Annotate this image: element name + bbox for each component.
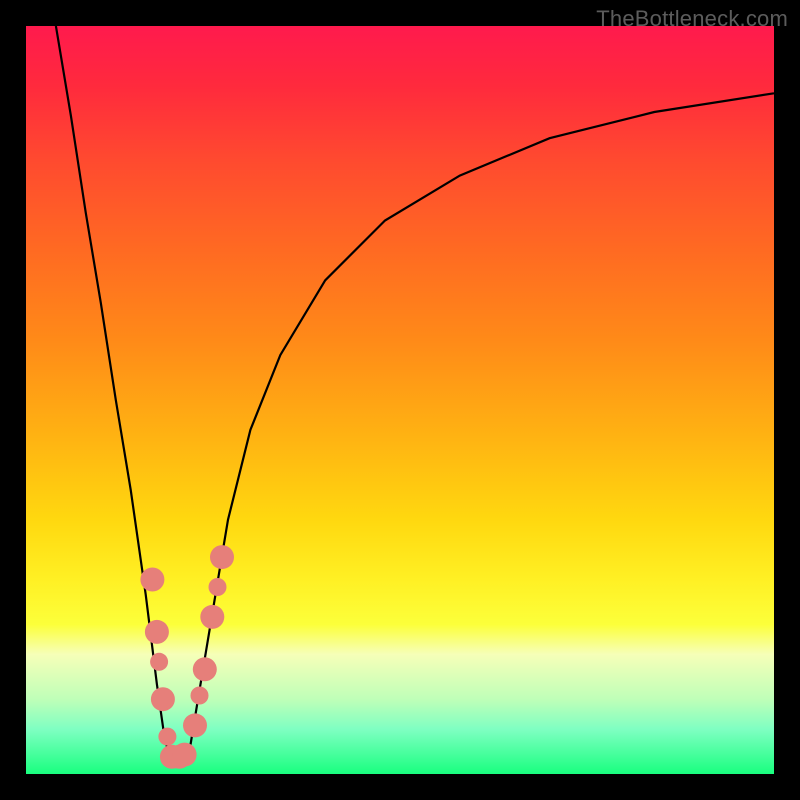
curve-marker [158,728,176,746]
curve-marker [150,653,168,671]
curve-marker [210,545,234,569]
curve-markers [140,545,234,769]
curve-marker [193,657,217,681]
chart-svg [26,26,774,774]
chart-plot-area [26,26,774,774]
curve-marker [183,713,207,737]
curve-marker [151,687,175,711]
watermark-text: TheBottleneck.com [596,6,788,32]
curve-marker [140,568,164,592]
curve-marker [173,743,197,767]
curve-marker [200,605,224,629]
chart-frame: TheBottleneck.com [0,0,800,800]
curve-marker [145,620,169,644]
curve-marker [191,687,209,705]
curve-marker [209,578,227,596]
